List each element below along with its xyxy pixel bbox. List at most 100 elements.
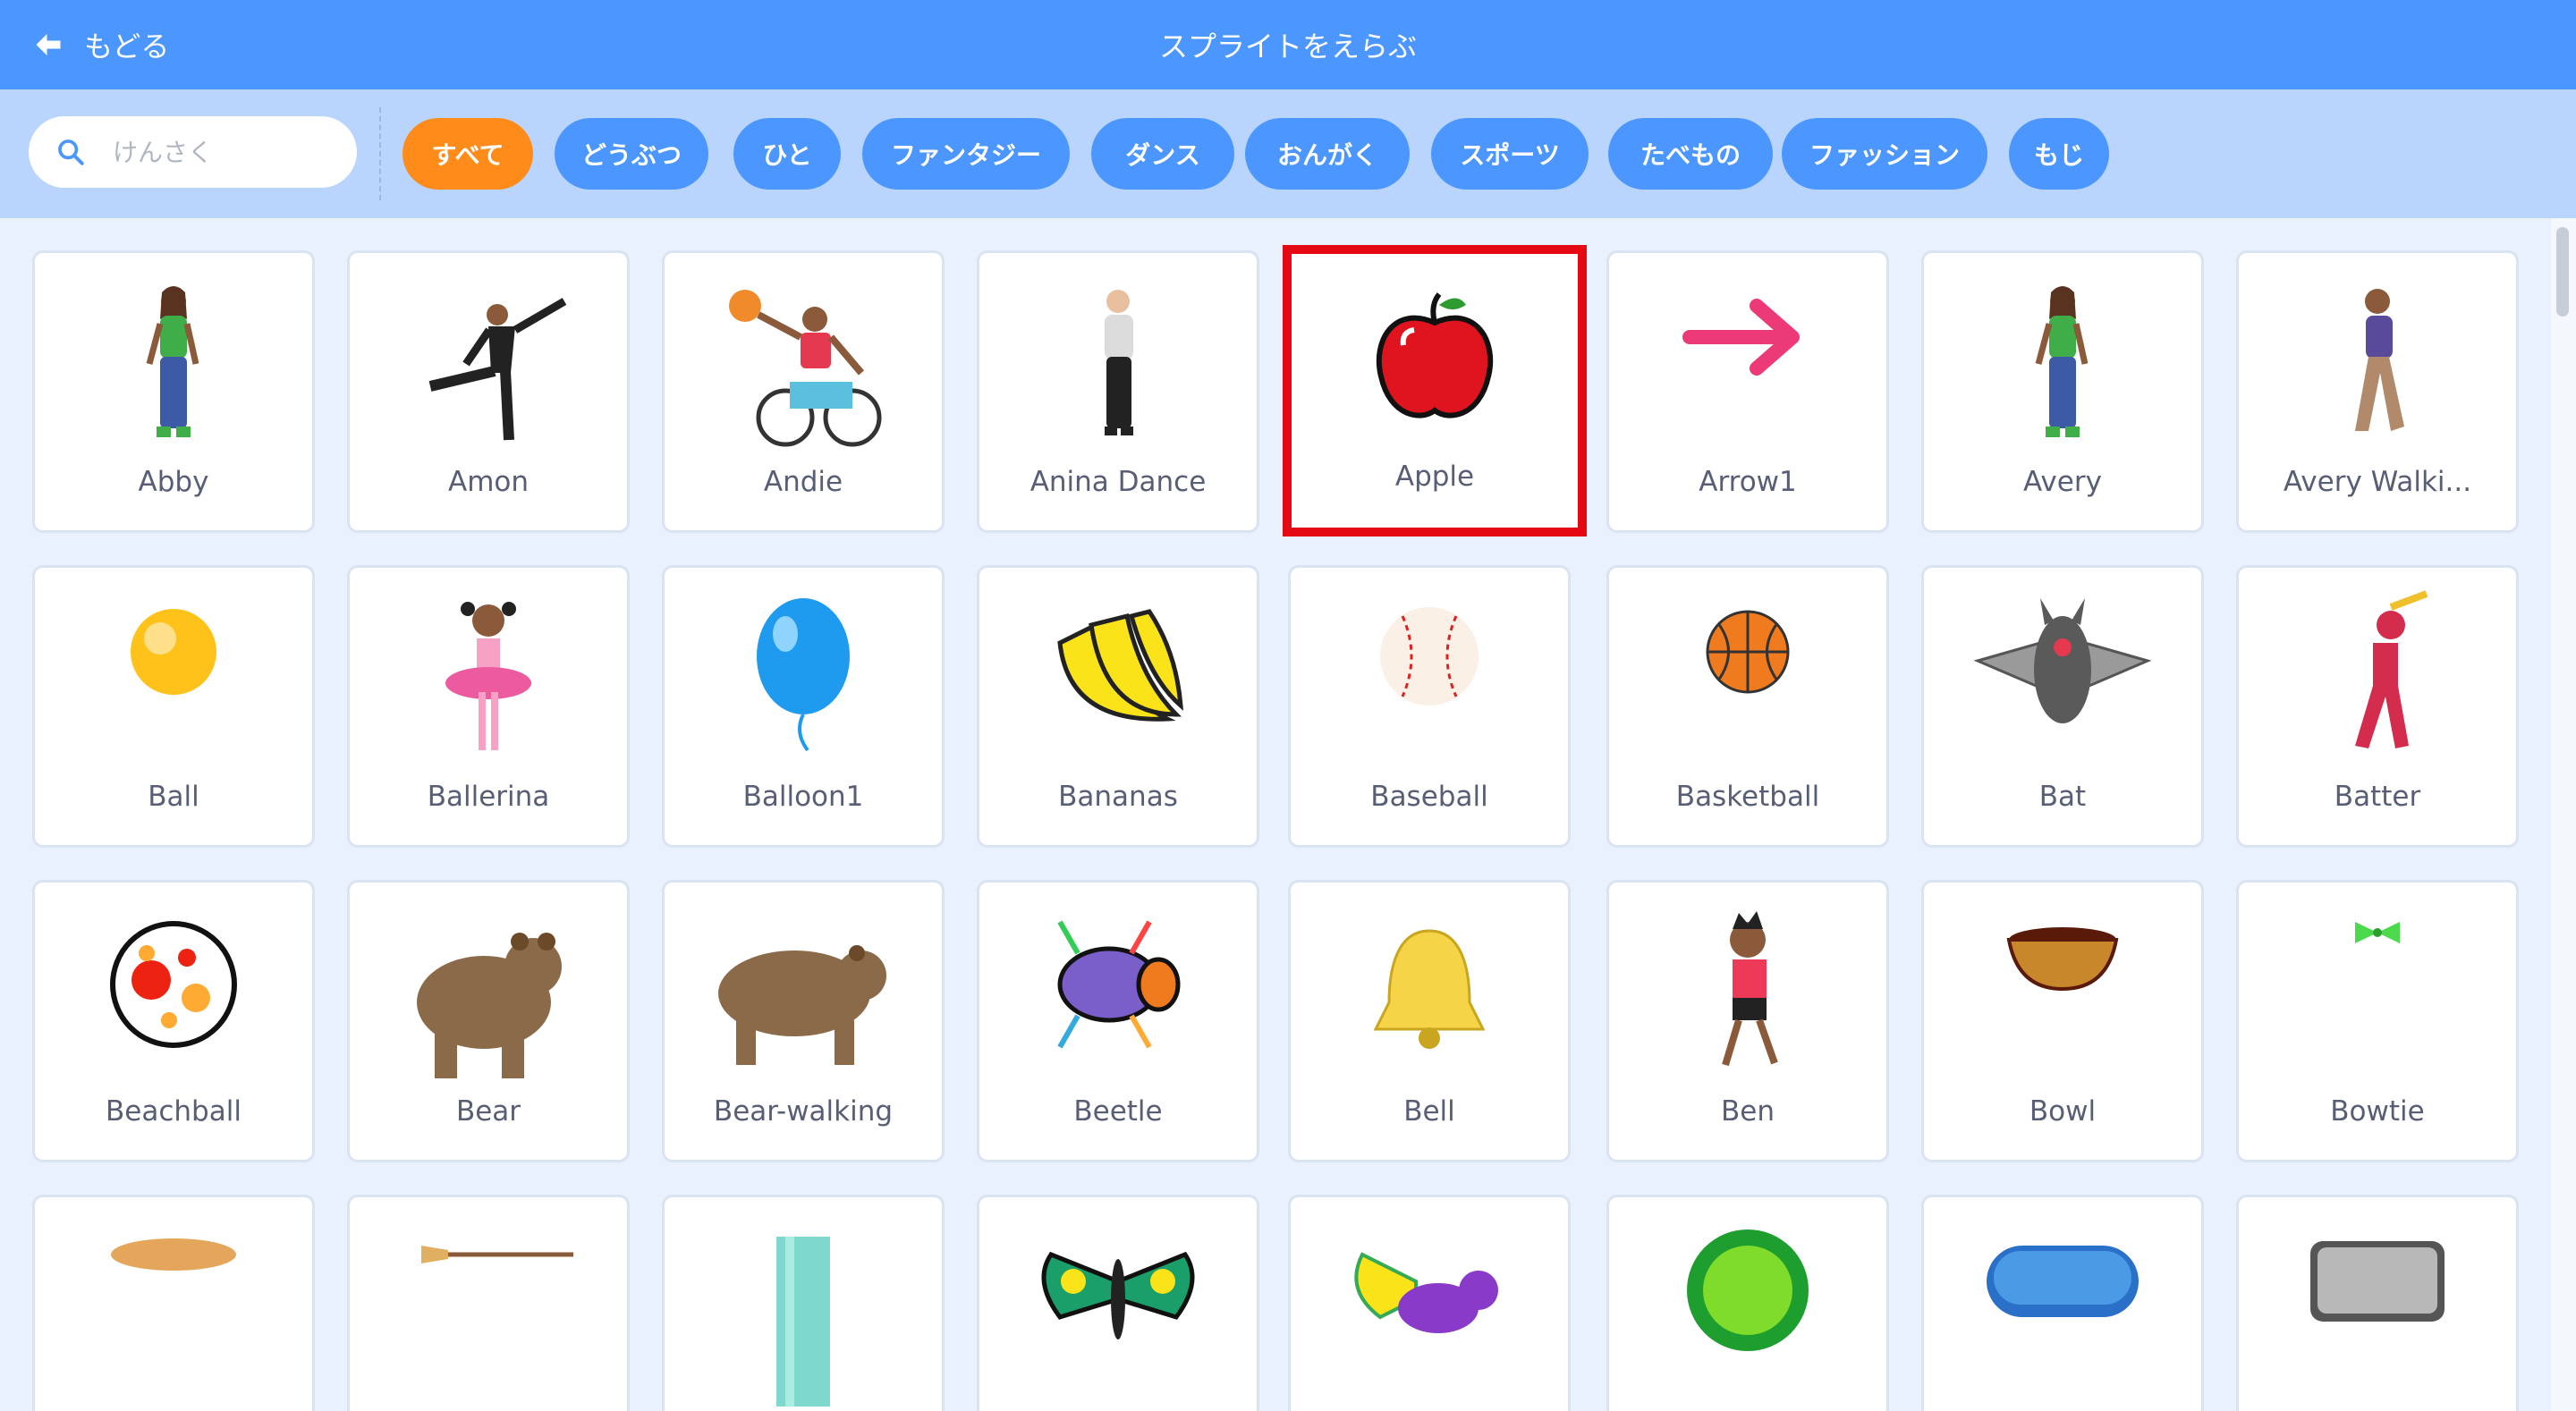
bear-walking-icon: [665, 904, 942, 1092]
sprite-card[interactable]: Bear: [347, 880, 630, 1162]
butterfly-cat-icon: [1291, 1219, 1568, 1407]
sprite-card[interactable]: [1288, 1195, 1571, 1411]
sprite-card[interactable]: [1606, 1195, 1889, 1411]
sprite-card[interactable]: Bowl: [1921, 880, 2204, 1162]
tag-button[interactable]: どうぶつ: [555, 118, 708, 190]
sprite-card[interactable]: Ball: [32, 565, 315, 848]
sprite-card[interactable]: Bowtie: [2236, 880, 2519, 1162]
ballerina-icon: [350, 589, 627, 777]
tag-button[interactable]: スポーツ: [1431, 118, 1589, 190]
tag-button[interactable]: ファンタジー: [862, 118, 1070, 190]
sprite-card[interactable]: Apple: [1283, 245, 1587, 537]
sprite-card[interactable]: Avery: [1921, 250, 2204, 533]
sprite-name: Balloon1: [742, 781, 864, 813]
search-icon: [58, 139, 84, 165]
sprite-card[interactable]: [347, 1195, 630, 1411]
tag-button[interactable]: すべて: [402, 118, 533, 190]
tag-button[interactable]: もじ: [2009, 118, 2109, 190]
sprite-card[interactable]: [977, 1195, 1259, 1411]
header-bar: もどる スプライトをえらぶ: [0, 0, 2576, 89]
sprite-card[interactable]: Balloon1: [662, 565, 945, 848]
sprite-name: Anina Dance: [1030, 466, 1207, 498]
sprite-card[interactable]: Bananas: [977, 565, 1259, 848]
bowl-icon: [1924, 904, 2201, 1092]
bread-icon: [35, 1219, 312, 1407]
search-input[interactable]: [111, 136, 347, 168]
sprite-card[interactable]: Arrow1: [1606, 250, 1889, 533]
tag-button[interactable]: たべもの: [1608, 118, 1773, 190]
sprite-name: Bear: [455, 1095, 521, 1128]
sprite-name: Beachball: [106, 1095, 242, 1128]
sprite-name: Bowtie: [2330, 1095, 2425, 1128]
bell-icon: [1291, 904, 1568, 1092]
sprite-name: Beetle: [1073, 1095, 1163, 1128]
dancer-icon: [350, 275, 627, 462]
back-label: もどる: [84, 30, 170, 63]
sprite-card[interactable]: Bear-walking: [662, 880, 945, 1162]
sprite-name: Avery: [2023, 466, 2102, 498]
filter-bar: すべてどうぶつひとファンタジーダンスおんがくスポーツたべものファッションもじ: [0, 89, 2576, 218]
ball-icon: [35, 589, 312, 777]
sprite-name: Batter: [2334, 781, 2421, 813]
sprite-card[interactable]: Bat: [1921, 565, 2204, 848]
tag-button[interactable]: おんがく: [1245, 118, 1410, 190]
bananas-icon: [979, 589, 1257, 777]
building-icon: [665, 1219, 942, 1407]
scrollbar-thumb[interactable]: [2556, 227, 2569, 317]
sprite-name: Baseball: [1370, 781, 1488, 813]
basketball-icon: [1609, 589, 1886, 777]
sprite-card[interactable]: Batter: [2236, 565, 2519, 848]
tag-button[interactable]: ファッション: [1782, 118, 1987, 190]
sprite-card[interactable]: Ballerina: [347, 565, 630, 848]
tag-button[interactable]: ひと: [733, 118, 841, 190]
sprite-grid[interactable]: Abby Amon Andie Anina Dance Apple Arrow1 Avery…: [0, 218, 2551, 1411]
sprite-name: Bowl: [2029, 1095, 2097, 1128]
sprite-card[interactable]: Anina Dance: [977, 250, 1259, 533]
gray-button-icon: [2239, 1219, 2516, 1407]
beetle-icon: [979, 904, 1257, 1092]
boy-running-icon: [1609, 904, 1886, 1092]
sprite-card[interactable]: [32, 1195, 315, 1411]
sprite-name: Ben: [1721, 1095, 1775, 1128]
sprite-card[interactable]: Amon: [347, 250, 630, 533]
sprite-card[interactable]: [1921, 1195, 2204, 1411]
sprite-card[interactable]: Bell: [1288, 880, 1571, 1162]
search-box[interactable]: [29, 116, 357, 188]
sprite-card[interactable]: Baseball: [1288, 565, 1571, 848]
sprite-card[interactable]: Abby: [32, 250, 315, 533]
divider: [379, 107, 381, 200]
sprite-name: Ball: [148, 781, 199, 813]
wheelchair-basketball-icon: [665, 275, 942, 462]
girl-icon: [1924, 275, 2201, 462]
blue-button-icon: [1924, 1219, 2201, 1407]
sprite-card[interactable]: Beetle: [977, 880, 1259, 1162]
sprite-name: Apple: [1394, 460, 1475, 493]
sprite-card[interactable]: Andie: [662, 250, 945, 533]
batter-icon: [2239, 589, 2516, 777]
sprite-name: Bat: [2038, 781, 2087, 813]
sprite-name: Arrow1: [1699, 466, 1797, 498]
arrow-icon: [1609, 275, 1886, 462]
butterfly-icon: [979, 1219, 1257, 1407]
sprite-card[interactable]: Avery Walki...: [2236, 250, 2519, 533]
sprite-card[interactable]: Beachball: [32, 880, 315, 1162]
sprite-name: Avery Walki...: [2283, 466, 2472, 498]
sprite-card[interactable]: [662, 1195, 945, 1411]
sprite-name: Ballerina: [427, 781, 550, 813]
broom-icon: [350, 1219, 627, 1407]
baseball-icon: [1291, 589, 1568, 777]
back-button[interactable]: もどる: [32, 23, 169, 66]
scrollbar[interactable]: [2551, 218, 2576, 1411]
sprite-name: Bear-walking: [713, 1095, 894, 1128]
sprite-card[interactable]: [2236, 1195, 2519, 1411]
sprite-card[interactable]: Basketball: [1606, 565, 1889, 848]
sprite-name: Bell: [1403, 1095, 1455, 1128]
sprite-name: Abby: [138, 466, 209, 498]
back-arrow-icon: [36, 34, 61, 55]
sprite-card[interactable]: Ben: [1606, 880, 1889, 1162]
apple-icon: [1292, 269, 1578, 457]
page-title: スプライトをえらぶ: [1158, 30, 1417, 63]
tag-button[interactable]: ダンス: [1091, 118, 1234, 190]
bowtie-icon: [2239, 904, 2516, 1092]
green-button-icon: [1609, 1219, 1886, 1407]
